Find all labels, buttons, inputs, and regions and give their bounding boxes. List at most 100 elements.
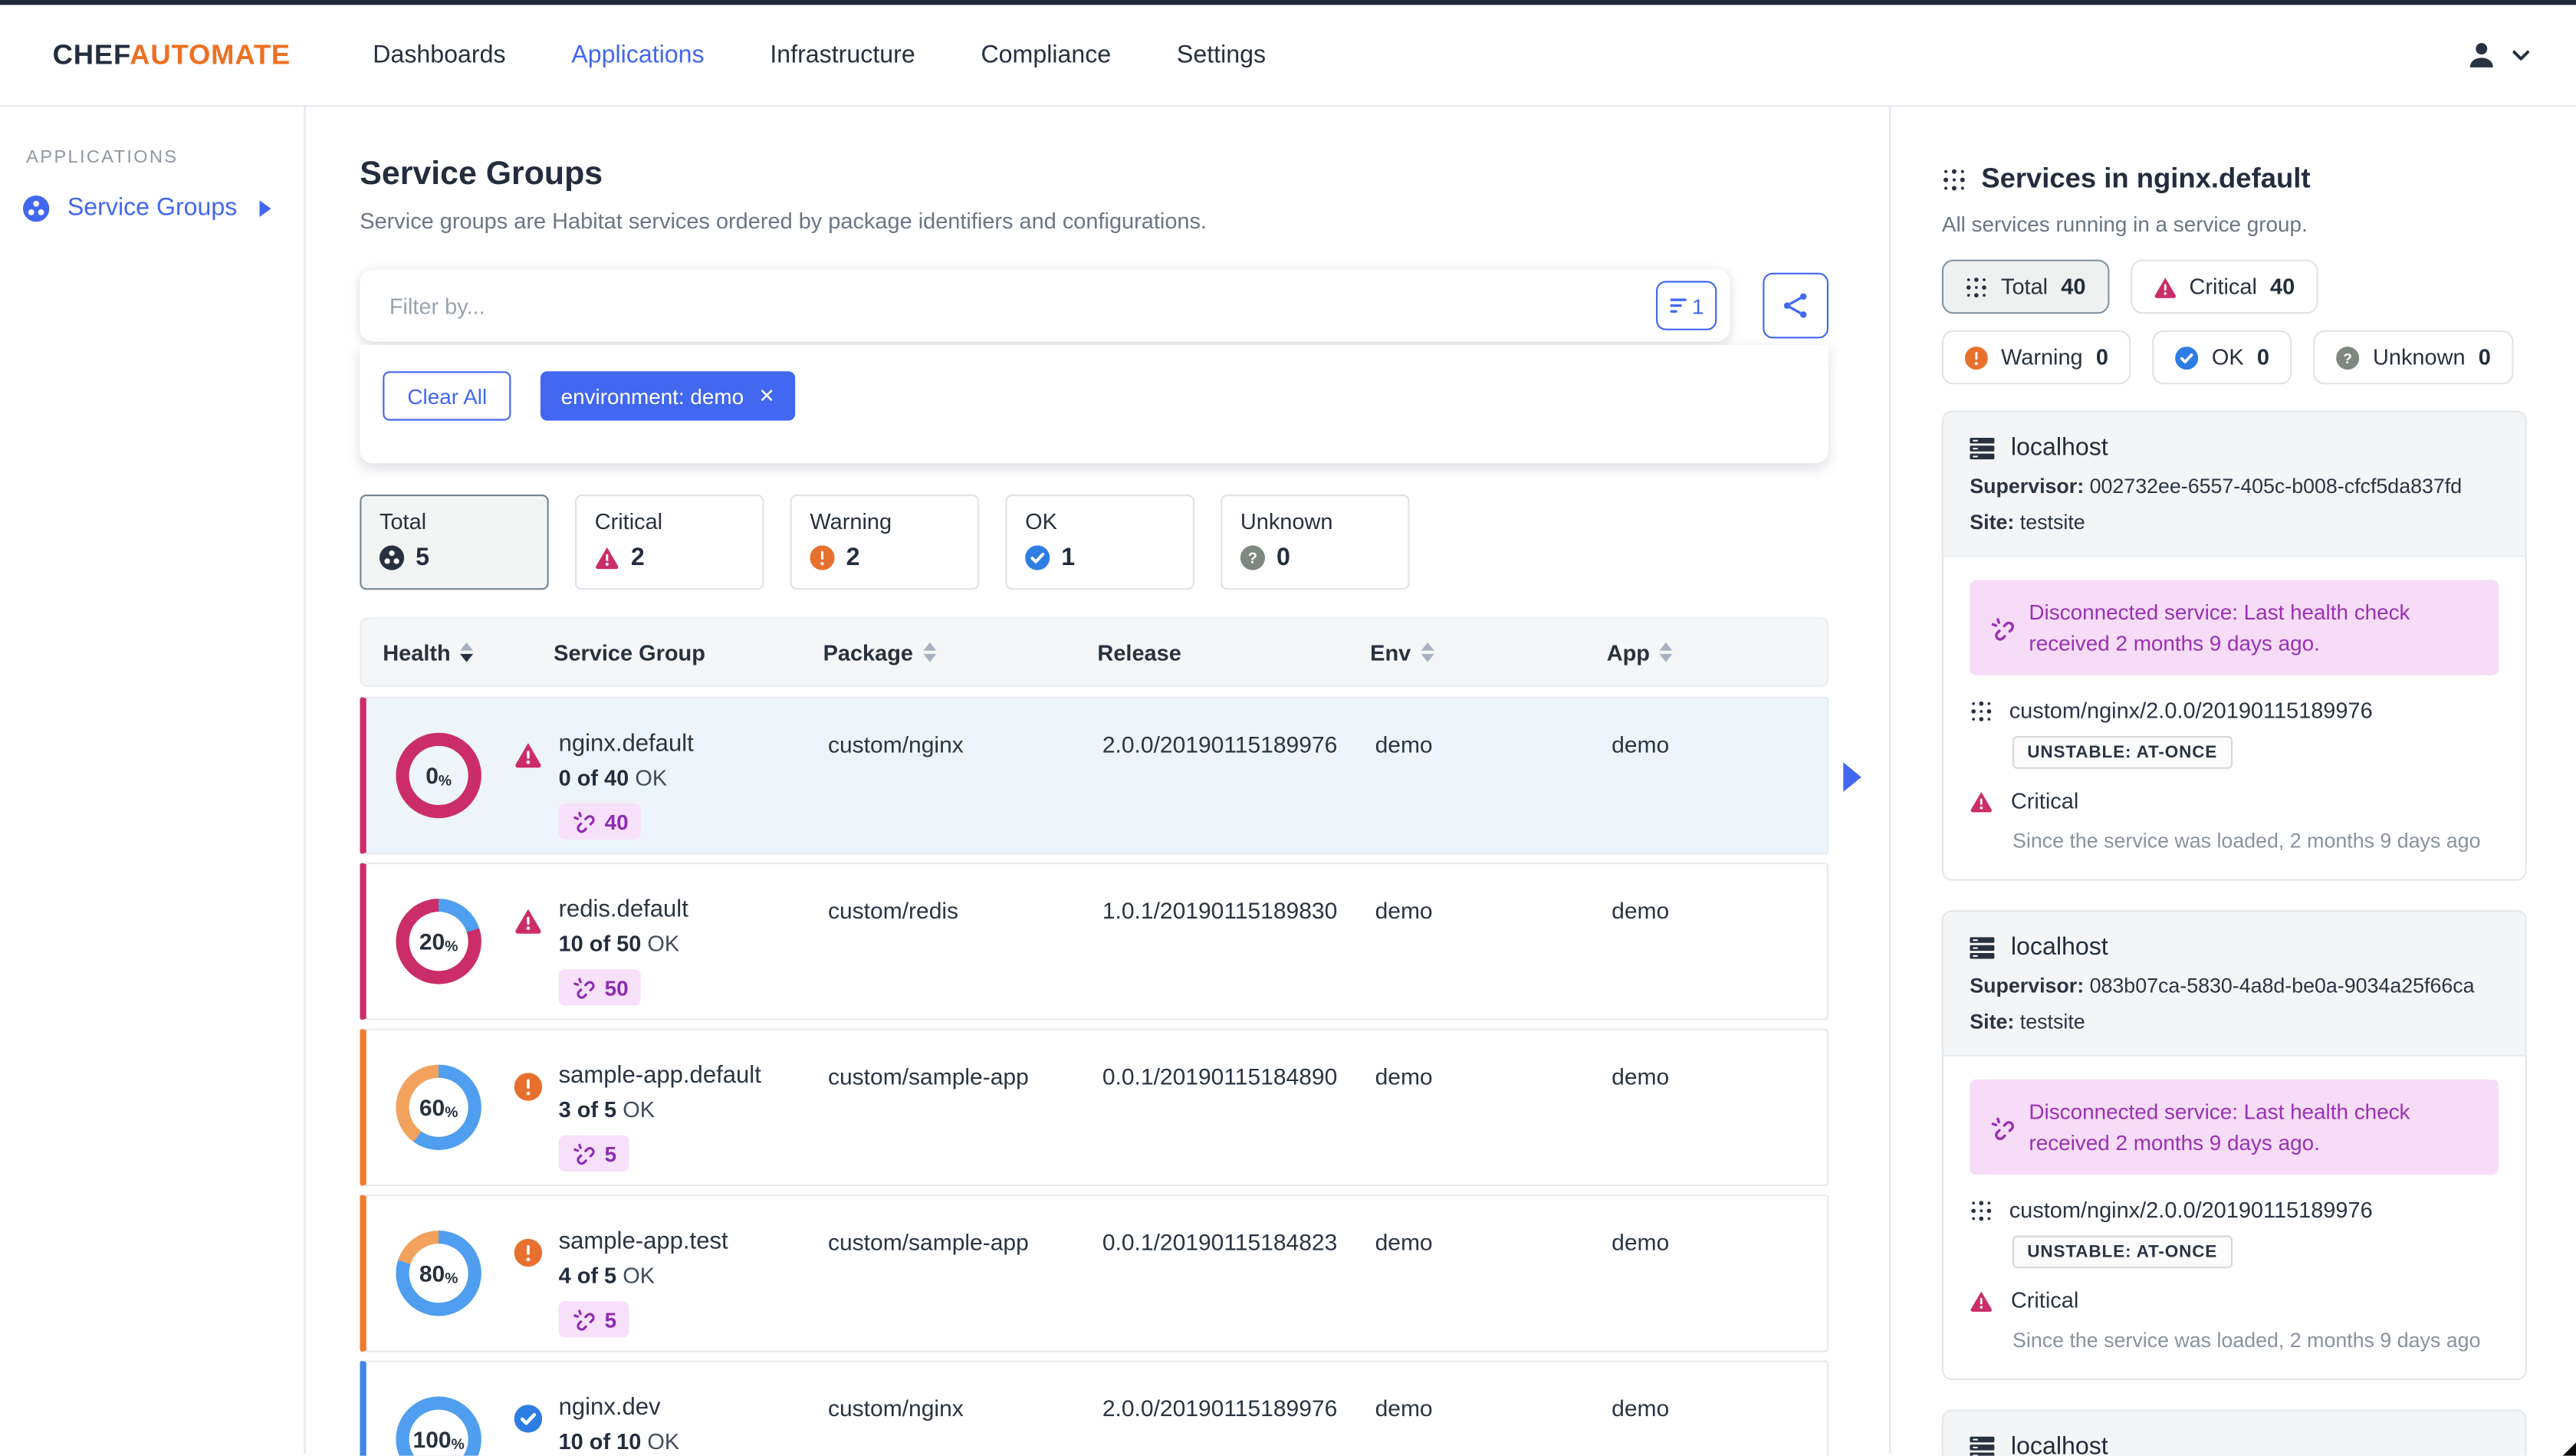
status-pill-count: 0 [2256,345,2269,370]
filter-chip[interactable]: environment: demo ✕ [540,371,795,421]
column-header[interactable]: App [1607,640,1827,665]
status-pill[interactable]: OK 0 [2152,330,2292,385]
service-groups-icon [23,194,50,222]
status-filter-card[interactable]: Critical 2 [575,495,764,590]
service-group-row[interactable]: 100% nginx.dev 10 of 10 OK 10 custom/ngi… [360,1360,1829,1456]
status-pill-icon: ? [2336,346,2360,370]
status-label: Critical [594,509,663,534]
sidebar: APPLICATIONS Service Groups [0,107,306,1454]
filter-area: 1 Clear All environment: demo ✕ [360,269,1829,464]
nav-item[interactable]: Compliance [981,41,1111,69]
health-cell: 80% [388,1196,559,1350]
server-icon [1970,1435,1995,1456]
service-group-row[interactable]: 80% sample-app.test 4 of 5 OK 5 custom/s… [360,1194,1829,1352]
nav-item[interactable]: Applications [571,41,704,69]
package-cell: custom/sample-app [828,1228,1029,1256]
mouse-cursor [2549,1439,2576,1456]
status-pill-label: Unknown [2372,345,2466,370]
status-pill[interactable]: Critical 40 [2130,259,2318,314]
health-since-text: Since the service was loaded, 2 months 9… [2013,830,2481,853]
health-donut: 60% [396,1064,481,1150]
server-icon [1970,935,1995,958]
ok-suffix: OK [623,1097,656,1122]
status-filter-card[interactable]: OK 1 [1005,495,1194,590]
package-cell: custom/redis [828,897,959,924]
release-cell: 1.0.1/20190115189830 [1102,897,1338,924]
env-cell: demo [1375,1063,1433,1090]
health-donut: 100% [396,1396,481,1456]
disconnected-count-chip[interactable]: 5 [558,1301,630,1338]
service-group-row[interactable]: 20% redis.default 10 of 50 OK 50 custom/… [360,863,1829,1021]
status-filter-card[interactable]: Warning 2 [790,495,980,590]
user-profile-icon[interactable] [2466,39,2497,71]
column-header[interactable]: Health [383,640,554,665]
sort-icon [460,642,474,662]
status-count: 1 [1061,544,1076,572]
clear-all-button[interactable]: Clear All [383,371,512,421]
service-group-list: 0% nginx.default 0 of 40 OK 40 custom/ng… [360,696,1861,1456]
service-card-body: Disconnected service: Last health check … [1944,557,2525,879]
status-count: 2 [630,544,645,572]
disconnected-count-chip[interactable]: 5 [558,1135,630,1172]
health-status-icon [514,1405,543,1433]
chip-count: 5 [604,1141,617,1166]
top-navigation-bar: CHEFAUTOMATE Dashboards Applications Inf… [0,5,2576,107]
status-label: Unknown [1240,509,1333,534]
package-row: custom/nginx/2.0.0/20190115189976 [1970,698,2499,723]
status-pill[interactable]: Warning 0 [1941,330,2131,385]
health-status-icon [514,1238,543,1267]
status-filter-card[interactable]: Unknown ? 0 [1221,495,1410,590]
filter-lines-icon [1669,296,1691,316]
filter-chip-label: environment: demo [560,383,744,409]
column-header[interactable]: Package [823,640,1098,665]
update-strategy-badge: UNSTABLE: AT-ONCE [2013,1235,2233,1269]
chip-close-icon[interactable]: ✕ [758,384,775,407]
status-pill[interactable]: ? Unknown 0 [2313,330,2514,385]
package-dots-icon [1970,1198,1993,1221]
service-health-label: Critical [2010,1288,2079,1313]
service-group-row[interactable]: 60% sample-app.default 3 of 5 OK 5 custo… [360,1028,1829,1187]
disconnected-count-chip[interactable]: 50 [558,969,642,1006]
active-filters-panel: Clear All environment: demo ✕ [360,345,1829,464]
status-label: Warning [810,509,892,534]
health-donut: 0% [396,732,481,819]
ok-suffix: OK [623,1263,656,1288]
column-header[interactable]: Release [1097,640,1370,665]
critical-icon [1970,790,1993,813]
logo-automate: AUTOMATE [130,38,291,71]
status-pill[interactable]: Total 40 [1941,259,2109,314]
service-group-row[interactable]: 0% nginx.default 0 of 40 OK 40 custom/ng… [360,696,1861,855]
chef-automate-logo[interactable]: CHEFAUTOMATE [53,38,291,71]
broken-link-icon [572,810,595,833]
disconnected-count-chip[interactable]: 40 [558,803,642,840]
services-dots-icon [1942,167,1967,192]
column-header[interactable]: Service Group [554,640,823,665]
service-card: localhost Supervisor: 083b07ca-5830-4a8d… [1941,910,2527,1380]
nav-item[interactable]: Settings [1177,41,1266,69]
share-button[interactable] [1763,272,1829,339]
column-header[interactable]: Env [1370,640,1607,665]
app-cell: demo [1612,897,1670,924]
service-cards: localhost Supervisor: 002732ee-6557-405c… [1941,410,2527,1456]
status-icon [810,545,835,570]
health-cell: 0% [388,698,559,853]
nav-item[interactable]: Infrastructure [770,41,915,69]
site-label: Site: [1970,511,2015,534]
main-content: Service Groups Service groups are Habita… [306,107,1890,1456]
nav-item[interactable]: Dashboards [373,41,505,69]
filter-input[interactable] [386,291,1656,320]
chef-automate-app: CHEFAUTOMATE Dashboards Applications Inf… [0,0,2576,1456]
app-cell: demo [1612,731,1670,758]
user-menu[interactable] [2466,39,2530,71]
service-group-cell: sample-app.default 3 of 5 OK 5 [558,1030,828,1185]
ok-count: 0 of 40 [558,765,629,790]
column-label: Release [1097,639,1181,665]
health-cell: 20% [388,864,559,1018]
health-percent: 0 [426,762,439,789]
filter-count-button[interactable]: 1 [1656,281,1717,330]
chevron-down-icon[interactable] [2512,48,2530,61]
sidebar-item-service-groups[interactable]: Service Groups [0,194,304,222]
status-filter-card[interactable]: Total 5 [360,495,549,590]
status-label: OK [1025,509,1057,534]
sort-icon [1421,642,1434,662]
